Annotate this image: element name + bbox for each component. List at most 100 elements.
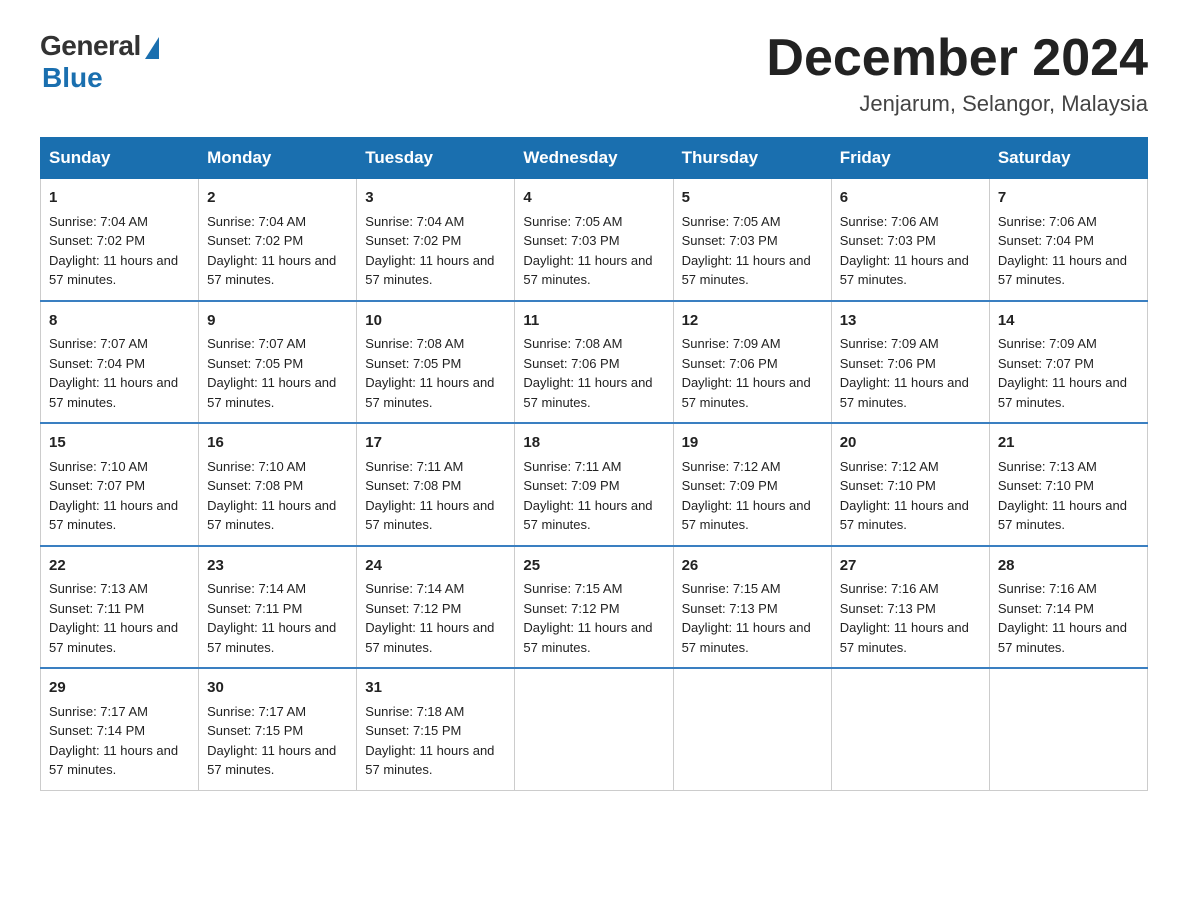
- daylight-label: Daylight: 11 hours and 57 minutes.: [207, 498, 336, 533]
- day-number: 21: [998, 432, 1139, 455]
- day-number: 20: [840, 432, 981, 455]
- day-number: 30: [207, 677, 348, 700]
- sunrise-label: Sunrise: 7:08 AM: [365, 336, 464, 351]
- header-sunday: Sunday: [41, 138, 199, 179]
- sunset-label: Sunset: 7:11 PM: [49, 601, 144, 616]
- calendar-cell: 31 Sunrise: 7:18 AM Sunset: 7:15 PM Dayl…: [357, 668, 515, 790]
- day-number: 12: [682, 310, 823, 333]
- calendar-cell: 20 Sunrise: 7:12 AM Sunset: 7:10 PM Dayl…: [831, 423, 989, 546]
- daylight-label: Daylight: 11 hours and 57 minutes.: [998, 253, 1127, 288]
- day-number: 26: [682, 555, 823, 578]
- calendar-cell: 22 Sunrise: 7:13 AM Sunset: 7:11 PM Dayl…: [41, 546, 199, 669]
- sunrise-label: Sunrise: 7:11 AM: [365, 459, 463, 474]
- sunset-label: Sunset: 7:13 PM: [840, 601, 936, 616]
- sunset-label: Sunset: 7:07 PM: [998, 356, 1094, 371]
- calendar-cell: 12 Sunrise: 7:09 AM Sunset: 7:06 PM Dayl…: [673, 301, 831, 424]
- calendar-cell: 23 Sunrise: 7:14 AM Sunset: 7:11 PM Dayl…: [199, 546, 357, 669]
- month-title: December 2024: [766, 30, 1148, 87]
- day-number: 19: [682, 432, 823, 455]
- logo-triangle-icon: [145, 37, 159, 59]
- calendar-header-row: SundayMondayTuesdayWednesdayThursdayFrid…: [41, 138, 1148, 179]
- calendar-cell: 4 Sunrise: 7:05 AM Sunset: 7:03 PM Dayli…: [515, 179, 673, 301]
- sunrise-label: Sunrise: 7:13 AM: [998, 459, 1097, 474]
- day-number: 23: [207, 555, 348, 578]
- daylight-label: Daylight: 11 hours and 57 minutes.: [365, 253, 494, 288]
- sunrise-label: Sunrise: 7:09 AM: [998, 336, 1097, 351]
- sunset-label: Sunset: 7:03 PM: [523, 233, 619, 248]
- day-number: 22: [49, 555, 190, 578]
- daylight-label: Daylight: 11 hours and 57 minutes.: [49, 253, 178, 288]
- daylight-label: Daylight: 11 hours and 57 minutes.: [365, 743, 494, 778]
- calendar-cell: 28 Sunrise: 7:16 AM Sunset: 7:14 PM Dayl…: [989, 546, 1147, 669]
- sunrise-label: Sunrise: 7:04 AM: [365, 214, 464, 229]
- sunrise-label: Sunrise: 7:05 AM: [682, 214, 781, 229]
- daylight-label: Daylight: 11 hours and 57 minutes.: [682, 620, 811, 655]
- day-number: 16: [207, 432, 348, 455]
- sunset-label: Sunset: 7:04 PM: [998, 233, 1094, 248]
- sunrise-label: Sunrise: 7:10 AM: [49, 459, 148, 474]
- calendar-cell: 21 Sunrise: 7:13 AM Sunset: 7:10 PM Dayl…: [989, 423, 1147, 546]
- page-header: General Blue December 2024 Jenjarum, Sel…: [40, 30, 1148, 117]
- day-number: 10: [365, 310, 506, 333]
- daylight-label: Daylight: 11 hours and 57 minutes.: [682, 253, 811, 288]
- sunset-label: Sunset: 7:10 PM: [840, 478, 936, 493]
- daylight-label: Daylight: 11 hours and 57 minutes.: [365, 375, 494, 410]
- header-wednesday: Wednesday: [515, 138, 673, 179]
- calendar-cell: 18 Sunrise: 7:11 AM Sunset: 7:09 PM Dayl…: [515, 423, 673, 546]
- sunrise-label: Sunrise: 7:13 AM: [49, 581, 148, 596]
- day-number: 18: [523, 432, 664, 455]
- title-section: December 2024 Jenjarum, Selangor, Malays…: [766, 30, 1148, 117]
- daylight-label: Daylight: 11 hours and 57 minutes.: [49, 498, 178, 533]
- daylight-label: Daylight: 11 hours and 57 minutes.: [523, 620, 652, 655]
- day-number: 29: [49, 677, 190, 700]
- calendar-cell: 24 Sunrise: 7:14 AM Sunset: 7:12 PM Dayl…: [357, 546, 515, 669]
- daylight-label: Daylight: 11 hours and 57 minutes.: [207, 620, 336, 655]
- sunrise-label: Sunrise: 7:15 AM: [523, 581, 622, 596]
- daylight-label: Daylight: 11 hours and 57 minutes.: [840, 498, 969, 533]
- daylight-label: Daylight: 11 hours and 57 minutes.: [49, 743, 178, 778]
- day-number: 9: [207, 310, 348, 333]
- daylight-label: Daylight: 11 hours and 57 minutes.: [523, 375, 652, 410]
- sunset-label: Sunset: 7:15 PM: [207, 723, 303, 738]
- calendar-cell: 2 Sunrise: 7:04 AM Sunset: 7:02 PM Dayli…: [199, 179, 357, 301]
- sunrise-label: Sunrise: 7:16 AM: [840, 581, 939, 596]
- sunrise-label: Sunrise: 7:09 AM: [682, 336, 781, 351]
- day-number: 31: [365, 677, 506, 700]
- sunset-label: Sunset: 7:08 PM: [207, 478, 303, 493]
- daylight-label: Daylight: 11 hours and 57 minutes.: [523, 253, 652, 288]
- sunrise-label: Sunrise: 7:07 AM: [207, 336, 306, 351]
- sunrise-label: Sunrise: 7:17 AM: [207, 704, 306, 719]
- sunrise-label: Sunrise: 7:15 AM: [682, 581, 781, 596]
- sunset-label: Sunset: 7:03 PM: [682, 233, 778, 248]
- calendar-table: SundayMondayTuesdayWednesdayThursdayFrid…: [40, 137, 1148, 791]
- day-number: 14: [998, 310, 1139, 333]
- daylight-label: Daylight: 11 hours and 57 minutes.: [523, 498, 652, 533]
- day-number: 6: [840, 187, 981, 210]
- sunset-label: Sunset: 7:09 PM: [523, 478, 619, 493]
- day-number: 8: [49, 310, 190, 333]
- day-number: 27: [840, 555, 981, 578]
- calendar-cell: 26 Sunrise: 7:15 AM Sunset: 7:13 PM Dayl…: [673, 546, 831, 669]
- sunset-label: Sunset: 7:11 PM: [207, 601, 302, 616]
- day-number: 7: [998, 187, 1139, 210]
- sunset-label: Sunset: 7:13 PM: [682, 601, 778, 616]
- sunrise-label: Sunrise: 7:09 AM: [840, 336, 939, 351]
- sunset-label: Sunset: 7:05 PM: [207, 356, 303, 371]
- daylight-label: Daylight: 11 hours and 57 minutes.: [207, 743, 336, 778]
- sunrise-label: Sunrise: 7:10 AM: [207, 459, 306, 474]
- sunset-label: Sunset: 7:14 PM: [998, 601, 1094, 616]
- calendar-cell: 10 Sunrise: 7:08 AM Sunset: 7:05 PM Dayl…: [357, 301, 515, 424]
- sunset-label: Sunset: 7:02 PM: [207, 233, 303, 248]
- sunset-label: Sunset: 7:06 PM: [523, 356, 619, 371]
- calendar-cell: 1 Sunrise: 7:04 AM Sunset: 7:02 PM Dayli…: [41, 179, 199, 301]
- sunrise-label: Sunrise: 7:05 AM: [523, 214, 622, 229]
- daylight-label: Daylight: 11 hours and 57 minutes.: [998, 375, 1127, 410]
- calendar-cell: 13 Sunrise: 7:09 AM Sunset: 7:06 PM Dayl…: [831, 301, 989, 424]
- sunset-label: Sunset: 7:06 PM: [682, 356, 778, 371]
- day-number: 5: [682, 187, 823, 210]
- sunset-label: Sunset: 7:08 PM: [365, 478, 461, 493]
- daylight-label: Daylight: 11 hours and 57 minutes.: [840, 253, 969, 288]
- calendar-cell: [831, 668, 989, 790]
- week-row-4: 22 Sunrise: 7:13 AM Sunset: 7:11 PM Dayl…: [41, 546, 1148, 669]
- week-row-5: 29 Sunrise: 7:17 AM Sunset: 7:14 PM Dayl…: [41, 668, 1148, 790]
